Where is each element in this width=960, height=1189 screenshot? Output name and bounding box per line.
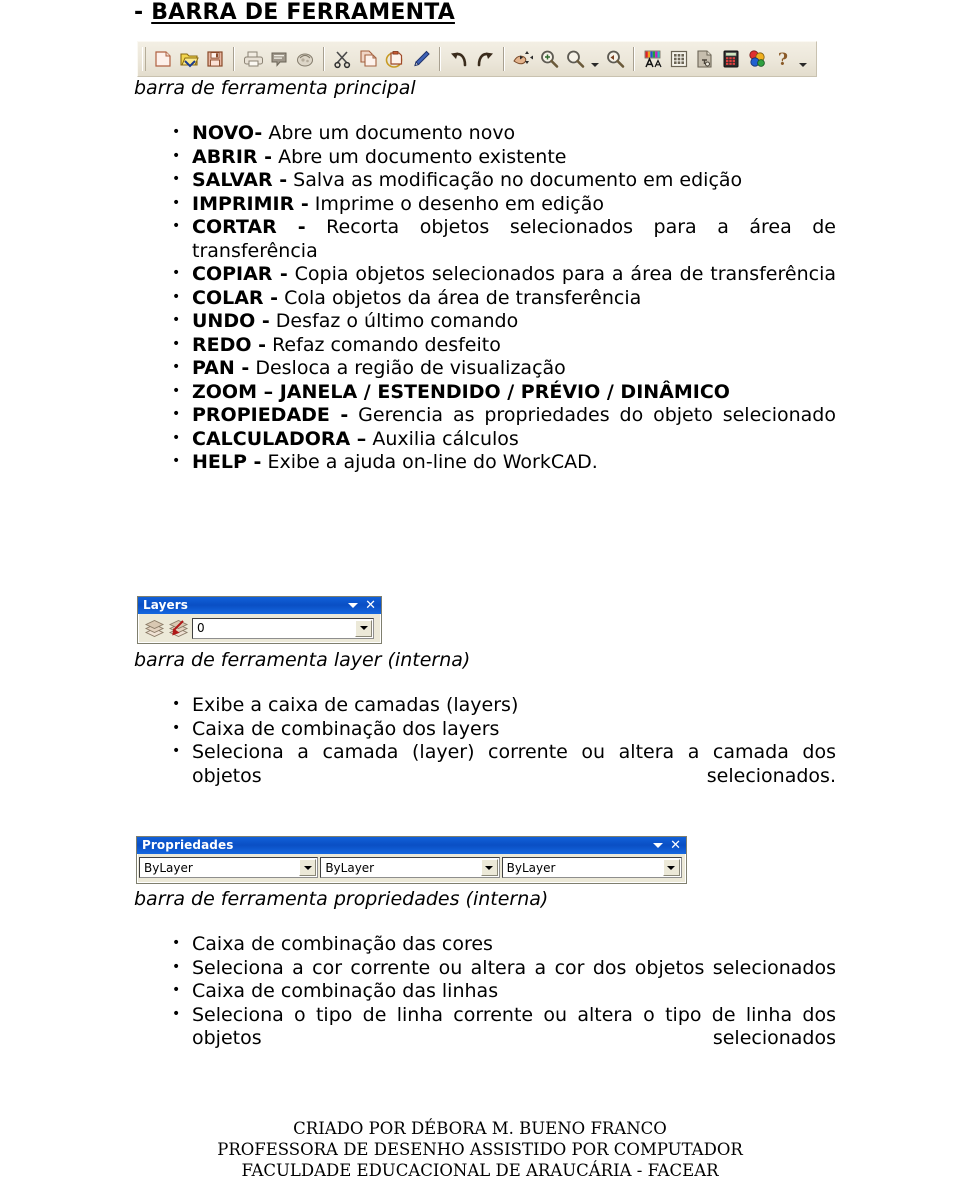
- undo-arrow-icon[interactable]: [446, 46, 472, 72]
- lineweight-combo-value: ByLayer: [506, 860, 556, 875]
- linetype-combo[interactable]: ByLayer: [320, 857, 500, 878]
- layer-combo-value: 0: [197, 621, 205, 635]
- chevron-down-icon: [485, 865, 494, 870]
- lineweight-combo[interactable]: ByLayer: [501, 857, 682, 878]
- list-item: Seleciona a camada (layer) corrente ou a…: [160, 740, 836, 788]
- list-item: UNDO - Desfaz o último comando: [160, 309, 836, 334]
- chevron-down-icon: [591, 63, 599, 67]
- main-toolbar-caption: barra de ferramenta principal: [134, 77, 416, 99]
- properties-palette[interactable]: Propriedades ✕ ByLayer ByLayer ByLayer: [136, 836, 687, 884]
- list-item: PAN - Desloca a região de visualização: [160, 356, 836, 381]
- list-item: Seleciona a cor corrente ou altera a cor…: [160, 956, 836, 981]
- zoom-dropdown-arrow-icon[interactable]: [588, 46, 602, 72]
- list-item: ZOOM – JANELA / ESTENDIDO / PRÉVIO / DIN…: [160, 380, 836, 405]
- lineweight-combo-arrow[interactable]: [662, 859, 680, 876]
- paste-icon[interactable]: [382, 46, 408, 72]
- list-item: COLAR - Cola objetos da área de transfer…: [160, 286, 836, 311]
- page-title: - BARRA DE FERRAMENTA: [134, 0, 455, 25]
- layers-description-list: Exibe a caixa de camadas (layers) Caixa …: [160, 693, 836, 788]
- list-item: Exibe a caixa de camadas (layers): [160, 693, 836, 718]
- svg-text:?: ?: [778, 50, 788, 69]
- list-item: Caixa de combinação das linhas: [160, 979, 836, 1004]
- linetype-combo-value: ByLayer: [325, 860, 375, 875]
- color-combo-arrow[interactable]: [299, 859, 317, 876]
- properties-icon[interactable]: [692, 46, 718, 72]
- layers-palette[interactable]: Layers ✕ 0: [137, 596, 382, 644]
- chevron-down-icon[interactable]: [348, 603, 359, 608]
- chevron-down-icon[interactable]: [653, 843, 664, 848]
- document-page: - BARRA DE FERRAMENTA ? barra de ferrame…: [0, 0, 960, 1189]
- chevron-down-icon: [359, 626, 368, 630]
- footer-line-3: FACULDADE EDUCACIONAL DE ARAUCÁRIA - FAC…: [241, 1161, 719, 1180]
- close-icon[interactable]: ✕: [670, 839, 683, 852]
- list-item: NOVO- Abre um documento novo: [160, 121, 836, 146]
- properties-toolbar-caption: barra de ferramenta propriedades (intern…: [134, 888, 549, 910]
- list-item: CORTAR - Recorta objetos selecionados pa…: [160, 215, 836, 263]
- list-item: COPIAR - Copia objetos selecionados para…: [160, 262, 836, 287]
- list-item: Seleciona o tipo de linha corrente ou al…: [160, 1003, 836, 1051]
- footer-line-1: CRIADO POR DÉBORA M. BUENO FRANCO: [293, 1119, 667, 1138]
- new-document-icon[interactable]: [150, 46, 176, 72]
- layers-toolbar-caption: barra de ferramenta layer (interna): [134, 649, 471, 671]
- list-item: Caixa de combinação das cores: [160, 932, 836, 957]
- properties-palette-title: Propriedades: [142, 838, 234, 852]
- copy-icon[interactable]: [356, 46, 382, 72]
- page-title-prefix: -: [134, 0, 152, 25]
- list-item: HELP - Exibe a ajuda on-line do WorkCAD.: [160, 450, 836, 475]
- plot-icon[interactable]: [292, 46, 318, 72]
- match-properties-pencil-icon[interactable]: [408, 46, 434, 72]
- main-toolbar-image: ?: [137, 41, 817, 77]
- list-item: REDO - Refaz comando desfeito: [160, 333, 836, 358]
- print-preview-icon[interactable]: [266, 46, 292, 72]
- list-item: CALCULADORA – Auxilia cálculos: [160, 427, 836, 452]
- footer-line-2: PROFESSORA DE DESENHO ASSISTIDO POR COMP…: [217, 1140, 743, 1159]
- calculator-icon[interactable]: [718, 46, 744, 72]
- grid-table-icon[interactable]: [666, 46, 692, 72]
- redo-arrow-icon[interactable]: [472, 46, 498, 72]
- chevron-down-icon: [799, 63, 807, 67]
- cut-scissors-icon[interactable]: [330, 46, 356, 72]
- layers-palette-titlebar[interactable]: Layers ✕: [138, 597, 381, 614]
- zoom-window-icon[interactable]: [562, 46, 588, 72]
- close-icon[interactable]: ✕: [365, 599, 378, 612]
- layers-stack-icon[interactable]: [142, 617, 166, 639]
- toolbar-separator: [323, 47, 325, 71]
- layer-combo-arrow[interactable]: [355, 619, 372, 637]
- linetype-combo-arrow[interactable]: [480, 859, 498, 876]
- layers-palette-title: Layers: [143, 598, 188, 612]
- list-item: PROPIEDADE - Gerencia as propriedades do…: [160, 403, 836, 428]
- properties-description-list: Caixa de combinação das cores Seleciona …: [160, 932, 836, 1051]
- text-style-icon[interactable]: [640, 46, 666, 72]
- zoom-previous-icon[interactable]: [602, 46, 628, 72]
- list-item: SALVAR - Salva as modificação no documen…: [160, 168, 836, 193]
- layer-combo[interactable]: 0: [192, 617, 374, 639]
- layers-current-icon[interactable]: [166, 617, 190, 639]
- toolbar-separator: [633, 47, 635, 71]
- list-item: ABRIR - Abre um documento existente: [160, 145, 836, 170]
- toolbar-separator: [503, 47, 505, 71]
- main-toolbar-command-list: NOVO- Abre um documento novo ABRIR - Abr…: [160, 121, 836, 475]
- color-combo[interactable]: ByLayer: [139, 857, 319, 878]
- properties-palette-titlebar[interactable]: Propriedades ✕: [137, 837, 686, 854]
- color-combo-value: ByLayer: [144, 860, 193, 875]
- colors-icon[interactable]: [744, 46, 770, 72]
- toolbar-grip: [142, 47, 146, 71]
- pan-hand-icon[interactable]: [510, 46, 536, 72]
- toolbar-overflow-arrow-icon[interactable]: [796, 46, 810, 72]
- help-question-icon[interactable]: ?: [770, 46, 796, 72]
- list-item: Caixa de combinação dos layers: [160, 717, 836, 742]
- properties-palette-body: ByLayer ByLayer ByLayer: [137, 854, 686, 882]
- chevron-down-icon: [303, 865, 312, 870]
- page-title-underlined: BARRA DE FERRAMENTA: [151, 0, 455, 25]
- toolbar-separator: [439, 47, 441, 71]
- toolbar-separator: [233, 47, 235, 71]
- open-document-icon[interactable]: [176, 46, 202, 72]
- save-icon[interactable]: [202, 46, 228, 72]
- chevron-down-icon: [667, 865, 676, 870]
- list-item: IMPRIMIR - Imprime o desenho em edição: [160, 192, 836, 217]
- layers-palette-body: 0: [138, 614, 381, 643]
- print-icon[interactable]: [240, 46, 266, 72]
- zoom-in-icon[interactable]: [536, 46, 562, 72]
